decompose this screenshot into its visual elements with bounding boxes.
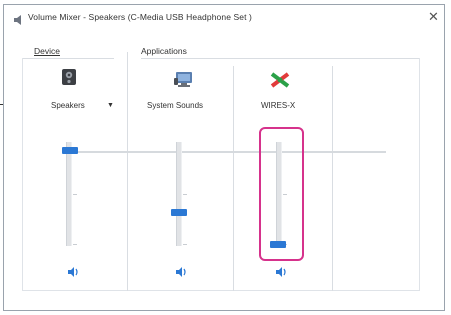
applications-section-label: Applications: [141, 46, 187, 56]
column-separator-2: [332, 66, 333, 291]
wires-x-icon: [270, 72, 290, 88]
speakers-tick: [73, 244, 77, 245]
system-sounds-label: System Sounds: [147, 101, 204, 110]
speakers-tick: [73, 194, 77, 195]
side-tick-mark: [0, 104, 3, 105]
wires-x-label: WIRES-X: [261, 101, 296, 110]
system-sounds-mute-icon[interactable]: [176, 267, 188, 277]
system-sounds-volume-track[interactable]: [176, 142, 182, 246]
speakers-label[interactable]: Speakers: [51, 101, 85, 110]
speaker-device-icon: [62, 69, 76, 85]
chevron-down-icon[interactable]: ▼: [107, 102, 114, 109]
mixer-panel: [22, 58, 420, 291]
system-sounds-icon: [174, 72, 192, 87]
speakers-mute-icon[interactable]: [68, 267, 80, 277]
wires-x-slider-highlight: [259, 127, 304, 261]
window-title: Volume Mixer - Speakers (C-Media USB Hea…: [28, 12, 252, 22]
speakers-volume-track[interactable]: [66, 142, 72, 246]
wires-x-mute-icon[interactable]: [276, 267, 288, 277]
system-sounds-tick: [183, 194, 187, 195]
close-icon[interactable]: ✕: [428, 10, 439, 24]
speakers-volume-thumb[interactable]: [62, 147, 78, 154]
system-sounds-volume-thumb[interactable]: [171, 209, 187, 216]
device-section-label: Device: [34, 46, 60, 56]
device-apps-separator: [127, 52, 128, 291]
column-separator-1: [233, 66, 234, 291]
speaker-app-icon: [14, 15, 21, 25]
system-sounds-tick: [183, 244, 187, 245]
volume-guide-line: [72, 151, 386, 153]
